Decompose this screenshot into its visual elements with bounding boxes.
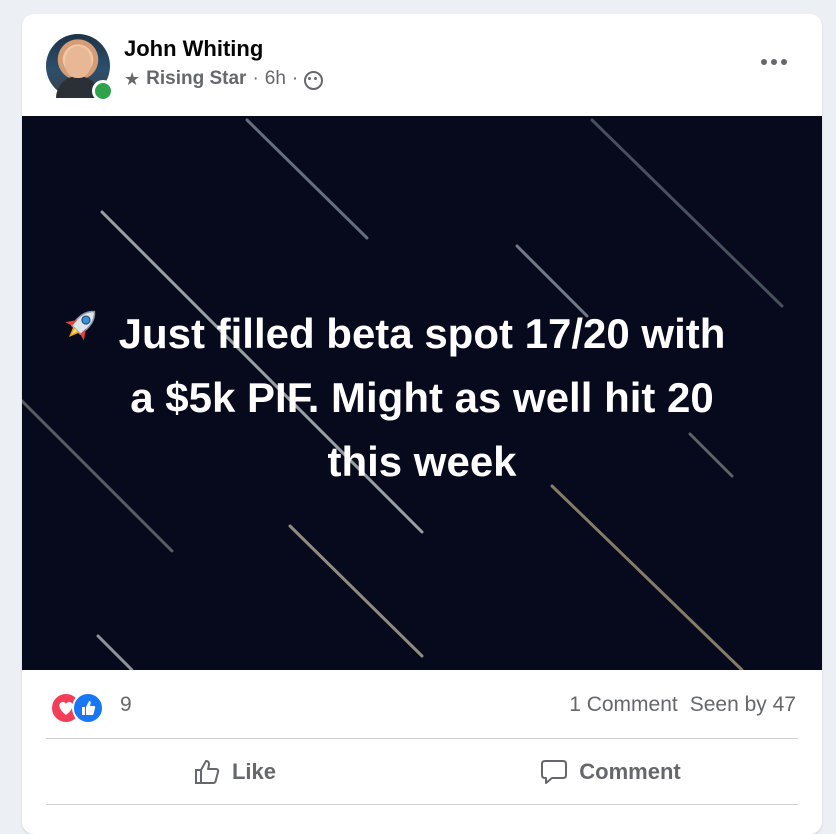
- reactions-bar: 9 1 Comment Seen by 47: [22, 688, 822, 728]
- star-icon: ★: [124, 68, 141, 89]
- seen-count[interactable]: Seen by 47: [690, 693, 796, 717]
- post-header: John Whiting ★ Rising Star · 6h ·: [22, 14, 822, 116]
- author-name[interactable]: John Whiting: [124, 36, 263, 62]
- more-options-icon: [771, 59, 777, 65]
- post-time[interactable]: 6h: [265, 68, 286, 90]
- post-actions: Like Comment: [46, 740, 798, 804]
- globe-icon[interactable]: [304, 70, 324, 90]
- comment-icon: [541, 760, 568, 784]
- post-card: John Whiting ★ Rising Star · 6h · Just f…: [22, 14, 822, 834]
- like-reaction-icon[interactable]: [72, 692, 104, 724]
- meta-separator: ·: [252, 68, 259, 89]
- thumbs-up-icon: [194, 760, 220, 784]
- comment-button[interactable]: Comment: [422, 740, 798, 804]
- more-options-button[interactable]: [758, 52, 790, 72]
- divider: [46, 804, 798, 805]
- post-image[interactable]: Just filled beta spot 17/20 with a $5k P…: [22, 116, 822, 670]
- post-text-line: a $5k PIF. Might as well hit 20: [130, 374, 714, 421]
- online-status-indicator: [92, 80, 114, 102]
- meteor-streak: [550, 484, 744, 670]
- post-meta: ★ Rising Star · 6h ·: [124, 68, 324, 90]
- meteor-streak: [96, 634, 134, 670]
- reaction-count[interactable]: 9: [120, 693, 132, 717]
- post-text: Just filled beta spot 17/20 with a $5k P…: [52, 302, 792, 494]
- meteor-streak: [245, 118, 369, 240]
- more-options-icon: [781, 59, 787, 65]
- avatar-face: [65, 46, 91, 78]
- post-text-line: Just filled beta spot 17/20 with: [118, 310, 726, 357]
- like-button[interactable]: Like: [46, 740, 422, 804]
- meta-separator: ·: [291, 68, 299, 89]
- author-badge: Rising Star: [146, 68, 247, 89]
- post-text-line-last: this week: [52, 310, 792, 494]
- like-button-label: Like: [231, 759, 277, 784]
- comment-count[interactable]: 1 Comment: [569, 693, 678, 717]
- post-stats: 1 Comment Seen by 47: [569, 693, 796, 717]
- rocket-icon: [65, 310, 96, 341]
- comment-button-label: Comment: [579, 759, 681, 784]
- post-text-line: this week: [327, 438, 517, 485]
- divider: [46, 738, 798, 739]
- more-options-icon: [761, 59, 767, 65]
- meteor-streak: [590, 118, 784, 308]
- meteor-streak: [288, 524, 424, 658]
